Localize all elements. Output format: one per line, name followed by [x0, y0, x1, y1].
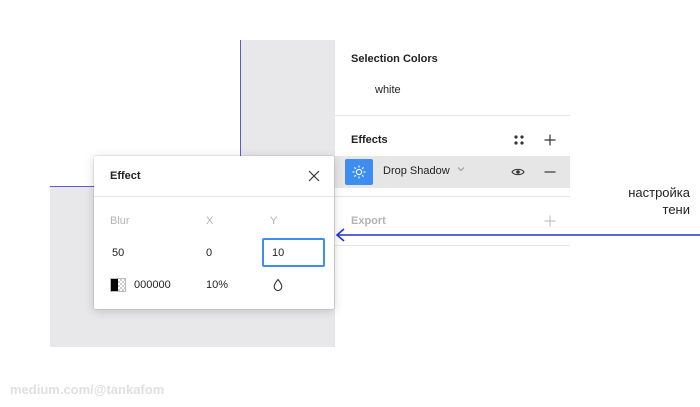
watermark: medium.com/@tankafom [10, 382, 165, 397]
popover-title: Effect [110, 170, 141, 182]
plus-icon [544, 134, 556, 146]
effect-type-button[interactable] [345, 159, 373, 185]
drop-icon[interactable] [272, 278, 284, 292]
sun-icon [352, 165, 366, 179]
divider [335, 196, 570, 197]
shadow-opacity-input[interactable]: 10% [206, 279, 228, 291]
selection-colors-title: Selection Colors [351, 53, 438, 65]
annotation-arrow [335, 228, 700, 242]
eye-icon [511, 168, 525, 176]
annotation-line-1: настройка [628, 185, 690, 200]
divider [94, 196, 334, 197]
toggle-visibility-button[interactable] [509, 163, 527, 181]
four-dots-icon[interactable] [510, 131, 528, 149]
remove-effect-button[interactable] [541, 163, 559, 181]
annotation-text: настройка тени [628, 184, 690, 218]
chevron-down-icon[interactable] [457, 166, 465, 172]
divider [335, 115, 570, 116]
effect-row-drop-shadow[interactable]: Drop Shadow [335, 156, 570, 188]
x-offset-input[interactable]: 0 [206, 247, 212, 259]
selection-color-value[interactable]: white [375, 84, 401, 96]
close-icon [308, 170, 320, 182]
annotation-line-2: тени [662, 202, 690, 217]
minus-icon [544, 171, 556, 173]
add-effect-button[interactable] [541, 131, 559, 149]
divider [335, 245, 570, 246]
x-label: X [206, 215, 214, 227]
effects-title: Effects [351, 134, 388, 146]
close-popover-button[interactable] [306, 168, 322, 184]
effect-type-dropdown[interactable]: Drop Shadow [383, 165, 450, 177]
effect-popover: Effect Blur X Y 50 0 10 000000 10% [94, 156, 334, 309]
y-offset-input[interactable]: 10 [262, 238, 325, 267]
shadow-color-hex-input[interactable]: 000000 [134, 279, 171, 291]
shadow-color-swatch[interactable] [110, 278, 126, 292]
blur-input[interactable]: 50 [112, 247, 124, 259]
properties-panel: Selection Colors white Effects Drop Shad… [334, 40, 570, 347]
blur-label: Blur [110, 215, 130, 227]
y-label: Y [270, 215, 278, 227]
